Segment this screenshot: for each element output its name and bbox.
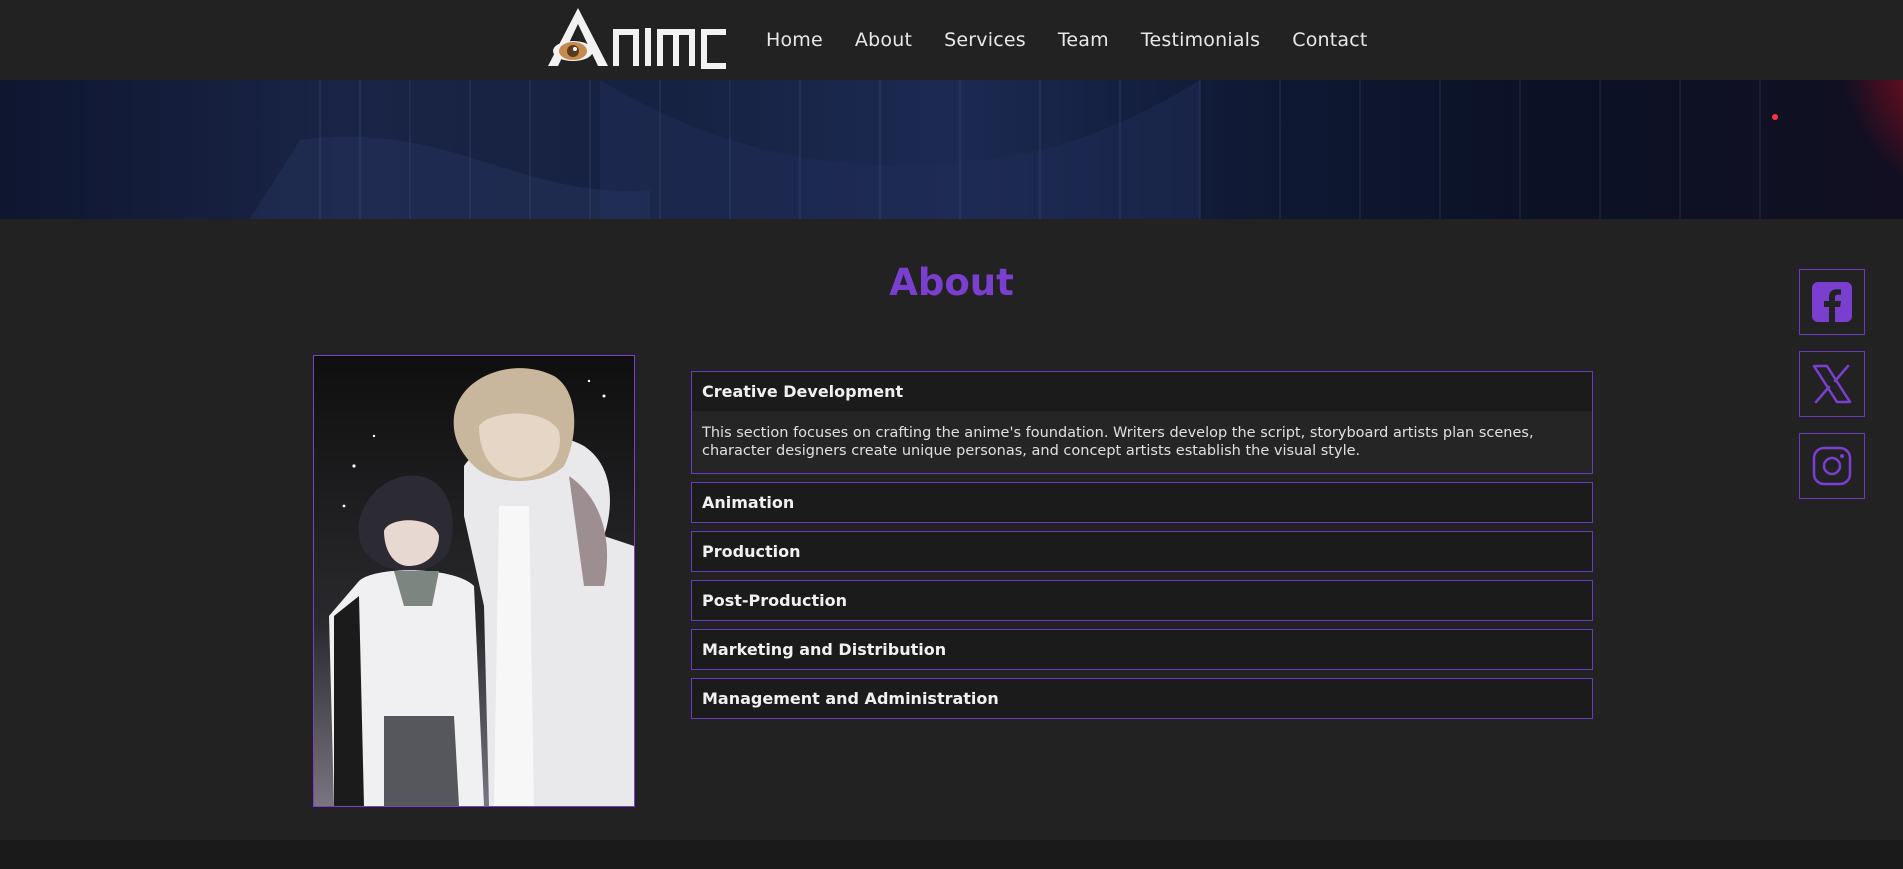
anime-characters-image xyxy=(313,355,635,807)
accordion-header-marketing[interactable]: Marketing and Distribution xyxy=(692,630,1592,669)
nav-testimonials[interactable]: Testimonials xyxy=(1141,29,1260,51)
accordion-body-creative-development: This section focuses on crafting the ani… xyxy=(692,411,1592,473)
accordion-header-management[interactable]: Management and Administration xyxy=(692,679,1592,718)
accordion-header-production[interactable]: Production xyxy=(692,532,1592,571)
nav-about[interactable]: About xyxy=(855,29,912,51)
instagram-link[interactable] xyxy=(1799,433,1865,499)
accordion-header-post-production[interactable]: Post-Production xyxy=(692,581,1592,620)
section-title: About xyxy=(889,261,1014,304)
main-nav: Home About Services Team Testimonials Co… xyxy=(766,0,1400,80)
banner-artwork xyxy=(250,80,1903,219)
x-twitter-icon xyxy=(1812,364,1852,404)
hero-banner xyxy=(0,80,1903,219)
accordion-item-marketing: Marketing and Distribution xyxy=(691,629,1593,670)
accordion-header-creative-development[interactable]: Creative Development xyxy=(692,372,1592,411)
accordion-item-animation: Animation xyxy=(691,482,1593,523)
top-navbar: Home About Services Team Testimonials Co… xyxy=(0,0,1903,80)
about-section: About Creative Development This section … xyxy=(0,219,1903,840)
facebook-link[interactable] xyxy=(1799,269,1865,335)
x-link[interactable] xyxy=(1799,351,1865,417)
instagram-icon xyxy=(1812,446,1852,486)
accordion-item-creative-development: Creative Development This section focuse… xyxy=(691,371,1593,474)
nav-services[interactable]: Services xyxy=(944,29,1026,51)
accordion-item-production: Production xyxy=(691,531,1593,572)
nav-contact[interactable]: Contact xyxy=(1292,29,1367,51)
nav-home[interactable]: Home xyxy=(766,29,823,51)
nav-team[interactable]: Team xyxy=(1058,29,1109,51)
accordion-item-post-production: Post-Production xyxy=(691,580,1593,621)
facebook-icon xyxy=(1812,282,1852,322)
services-accordion: Creative Development This section focuse… xyxy=(691,371,1593,727)
anime-logo[interactable] xyxy=(540,4,730,72)
footer xyxy=(0,840,1903,869)
accordion-item-management: Management and Administration xyxy=(691,678,1593,719)
accordion-header-animation[interactable]: Animation xyxy=(692,483,1592,522)
